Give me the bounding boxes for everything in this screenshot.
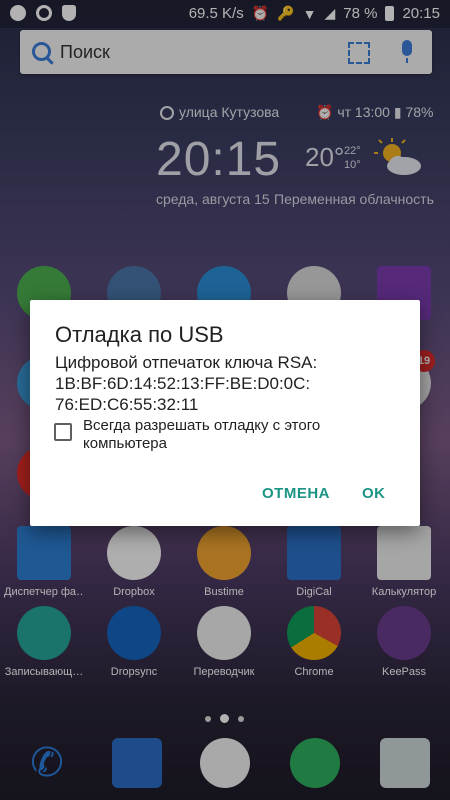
usb-debugging-dialog: Отладка по USB Цифровой отпечаток ключа … [30, 300, 420, 526]
ok-button[interactable]: OK [362, 485, 386, 502]
always-allow-checkbox[interactable] [54, 423, 72, 441]
rsa-fingerprint-line2: 76:ED:C6:55:32:11 [55, 395, 199, 414]
cancel-button[interactable]: ОТМЕНА [262, 485, 330, 502]
always-allow-label[interactable]: Всегда разрешать отладку с этого компьют… [83, 417, 383, 453]
rsa-label: Цифровой отпечаток ключа RSA: [55, 353, 318, 372]
dialog-title: Отладка по USB [55, 322, 224, 347]
dialog-message: Цифровой отпечаток ключа RSA: 1B:BF:6D:1… [55, 352, 395, 415]
rsa-fingerprint-line1: 1B:BF:6D:14:52:13:FF:BE:D0:0C: [55, 374, 311, 393]
